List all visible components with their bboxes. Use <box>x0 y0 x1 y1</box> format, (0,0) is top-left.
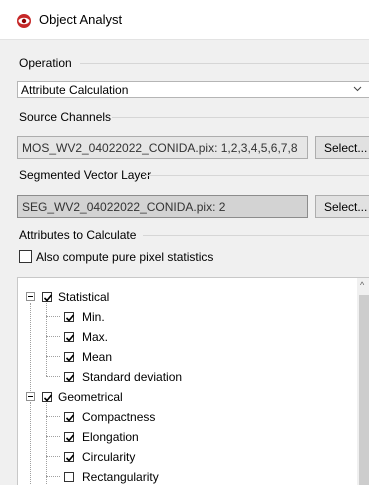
group-divider <box>112 117 369 118</box>
scrollbar-thumb[interactable] <box>359 295 369 485</box>
checkmark-icon <box>65 334 75 342</box>
operation-value: Attribute Calculation <box>21 83 129 97</box>
circularity-checkbox[interactable] <box>64 452 75 462</box>
collapse-icon[interactable] <box>26 392 35 401</box>
title-bar: Object Analyst <box>0 0 369 40</box>
tree-node-compactness[interactable]: Compactness <box>18 408 348 428</box>
tree-node-rectangularity[interactable]: Rectangularity <box>18 468 348 485</box>
tree-node-statistical[interactable]: Statistical <box>18 288 348 308</box>
source-channels-select-button[interactable]: Select... <box>315 136 369 159</box>
checkmark-icon <box>65 354 75 362</box>
scroll-up-arrow-icon[interactable]: ^ <box>360 280 364 290</box>
attributes-label: Attributes to Calculate <box>19 228 141 242</box>
pure-pixel-checkbox[interactable] <box>19 250 32 263</box>
checkmark-icon <box>65 454 75 462</box>
tree-node-label: Max. <box>82 330 109 344</box>
segmented-vector-layer-field: SEG_WV2_04022022_CONIDA.pix: 2 <box>17 195 308 218</box>
min-checkbox[interactable] <box>64 312 75 322</box>
tree-node-circularity[interactable]: Circularity <box>18 448 348 468</box>
tree-node-label: Elongation <box>82 430 139 444</box>
vertical-scrollbar[interactable]: ^ <box>357 278 369 485</box>
tree-node-label: Mean <box>82 350 113 364</box>
source-channels-label: Source Channels <box>19 110 116 124</box>
group-divider <box>145 175 369 176</box>
mean-checkbox[interactable] <box>64 352 75 362</box>
window-title: Object Analyst <box>39 12 123 27</box>
checkmark-icon <box>43 294 53 302</box>
checkmark-icon <box>65 434 75 442</box>
tree-node-min[interactable]: Min. <box>18 308 348 328</box>
max-checkbox[interactable] <box>64 332 75 342</box>
tree-node-label: Circularity <box>82 450 136 464</box>
geometrical-checkbox[interactable] <box>42 392 53 402</box>
tree-node-max[interactable]: Max. <box>18 328 348 348</box>
eye-icon <box>17 14 31 28</box>
tree-node-label: Min. <box>82 310 105 324</box>
attributes-tree[interactable]: ^ Statistical Min. Max. Mean Standard de… <box>17 277 369 485</box>
operation-dropdown[interactable]: Attribute Calculation <box>17 81 369 98</box>
tree-node-geometrical[interactable]: Geometrical <box>18 388 348 408</box>
collapse-icon[interactable] <box>26 292 35 301</box>
tree-node-label: Geometrical <box>58 390 123 404</box>
tree-node-elongation[interactable]: Elongation <box>18 428 348 448</box>
statistical-checkbox[interactable] <box>42 292 53 302</box>
tree-node-standard-deviation[interactable]: Standard deviation <box>18 368 348 388</box>
pure-pixel-label: Also compute pure pixel statistics <box>36 250 214 264</box>
operation-label: Operation <box>19 56 76 70</box>
checkmark-icon <box>43 394 53 402</box>
group-divider <box>143 235 369 236</box>
source-channels-field: MOS_WV2_04022022_CONIDA.pix: 1,2,3,4,5,6… <box>17 136 308 159</box>
tree-node-label: Standard deviation <box>82 370 183 384</box>
source-channels-value: MOS_WV2_04022022_CONIDA.pix: 1,2,3,4,5,6… <box>22 141 298 155</box>
chevron-down-icon <box>353 86 362 92</box>
segmented-vector-layer-label: Segmented Vector Layer <box>19 168 156 182</box>
segmented-vector-layer-select-button[interactable]: Select... <box>315 195 369 218</box>
tree-node-mean[interactable]: Mean <box>18 348 348 368</box>
tree-node-label: Statistical <box>58 290 110 304</box>
rectangularity-checkbox[interactable] <box>64 472 74 482</box>
tree-node-label: Compactness <box>82 410 156 424</box>
checkmark-icon <box>65 314 75 322</box>
elongation-checkbox[interactable] <box>64 432 75 442</box>
standard-deviation-checkbox[interactable] <box>64 372 75 382</box>
compactness-checkbox[interactable] <box>64 412 75 422</box>
group-divider <box>80 63 369 64</box>
segmented-vector-layer-value: SEG_WV2_04022022_CONIDA.pix: 2 <box>22 200 226 214</box>
checkmark-icon <box>65 414 75 422</box>
checkmark-icon <box>65 374 75 382</box>
tree-node-label: Rectangularity <box>82 470 159 484</box>
